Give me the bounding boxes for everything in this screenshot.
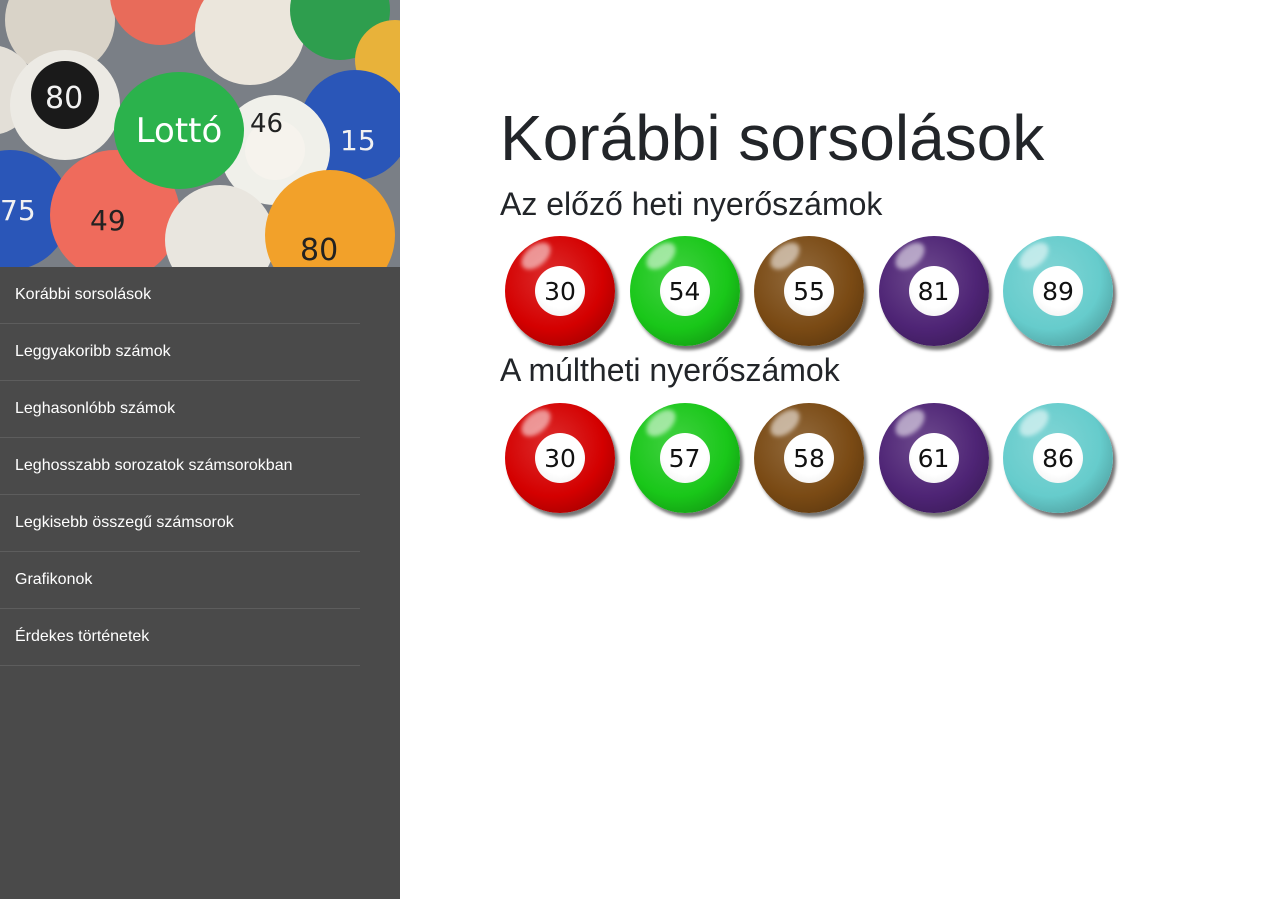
sidebar-item-leghasonlobb-szamok[interactable]: Leghasonlóbb számok xyxy=(0,381,360,438)
sidebar-item-legkisebb-osszegu-szamsorok[interactable]: Legkisebb összegű számsorok xyxy=(0,495,360,552)
ball-number: 86 xyxy=(1033,433,1083,483)
lottery-balls-banner: 80 46 15 49 80 75 Lottó xyxy=(0,0,400,267)
lottery-ball: 30 xyxy=(505,236,615,346)
ball-row-last-week: 30 57 58 61 86 xyxy=(505,403,1125,515)
svg-text:15: 15 xyxy=(340,124,376,157)
ball-number: 30 xyxy=(535,266,585,316)
lottery-ball: 30 xyxy=(505,403,615,513)
lottery-ball: 89 xyxy=(1003,236,1113,346)
sidebar-item-erdekes-tortenetek[interactable]: Érdekes történetek xyxy=(0,609,360,666)
lottery-ball: 61 xyxy=(878,403,989,513)
lottery-ball: 86 xyxy=(1003,403,1113,513)
sidebar-item-leghosszabb-sorozatok[interactable]: Leghosszabb sorozatok számsorokban xyxy=(0,438,360,495)
lotto-logo[interactable]: Lottó xyxy=(114,72,244,189)
svg-text:80: 80 xyxy=(300,233,338,267)
ball-number: 89 xyxy=(1033,266,1083,316)
ball-number: 30 xyxy=(535,433,585,483)
svg-text:80: 80 xyxy=(45,81,83,116)
ball-number: 58 xyxy=(784,433,834,483)
ball-number: 54 xyxy=(659,266,710,316)
sidebar-item-leggyakoribb-szamok[interactable]: Leggyakoribb számok xyxy=(0,324,360,381)
sidebar: 80 46 15 49 80 75 Lottó Korábbi sorsolás… xyxy=(0,0,400,899)
ball-number: 57 xyxy=(659,433,710,483)
sidebar-nav: Korábbi sorsolások Leggyakoribb számok L… xyxy=(0,267,360,666)
sidebar-item-korabbi-sorsolasok[interactable]: Korábbi sorsolások xyxy=(0,267,360,324)
ball-number: 55 xyxy=(784,266,834,316)
ball-number: 81 xyxy=(908,266,959,316)
ball-row-previous-week: 30 54 55 81 89 xyxy=(505,236,1125,348)
lottery-ball: 57 xyxy=(629,403,740,513)
svg-text:49: 49 xyxy=(90,204,126,237)
ball-number: 61 xyxy=(908,433,959,483)
section-heading-previous-week: Az előző heti nyerőszámok xyxy=(500,186,883,222)
page-title: Korábbi sorsolások xyxy=(500,102,1045,174)
lottery-ball: 58 xyxy=(754,403,864,513)
lottery-ball: 55 xyxy=(754,236,864,346)
lottery-ball: 54 xyxy=(629,236,740,346)
sidebar-item-grafikonok[interactable]: Grafikonok xyxy=(0,552,360,609)
svg-text:75: 75 xyxy=(0,194,36,227)
section-heading-last-week: A múltheti nyerőszámok xyxy=(500,352,840,388)
svg-text:46: 46 xyxy=(250,109,283,139)
lottery-ball: 81 xyxy=(878,236,989,346)
